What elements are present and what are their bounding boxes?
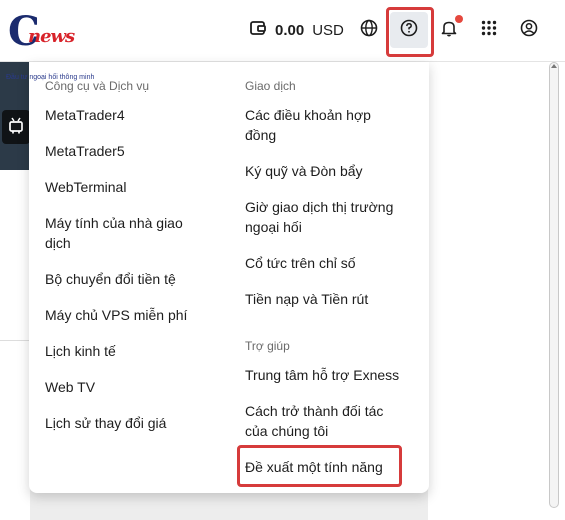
globe-icon [360,19,378,42]
logo-brand: news [28,26,75,47]
account-icon [520,19,538,42]
background-page-right [428,62,565,520]
background-page-left [0,170,30,520]
tools-section-title: Công cụ và Dịch vụ [45,79,150,93]
help-button-highlight [386,7,434,57]
page-scrollbar[interactable] [549,62,559,508]
menu-item-deposits-withdrawals[interactable]: Tiền nạp và Tiền rút [245,289,368,309]
menu-item-trader-calculator[interactable]: Máy tính của nhà giao dịch [45,213,205,253]
balance-widget[interactable]: 0.00 USD [249,18,344,42]
account-button[interactable] [512,14,546,46]
help-dropdown-menu: Công cụ và Dịch vụ MetaTrader4 MetaTrade… [29,62,429,493]
help-section-title: Trợ giúp [245,339,290,353]
menu-item-forex-hours[interactable]: Giờ giao dịch thị trường ngoại hối [245,197,415,237]
apps-grid-icon [480,19,498,42]
scroll-up-arrow-icon[interactable] [551,64,557,68]
menu-item-price-history[interactable]: Lịch sử thay đổi giá [45,413,166,433]
background-divider [0,340,30,341]
menu-item-index-dividends[interactable]: Cổ tức trên chỉ số [245,253,356,273]
menu-item-economic-calendar[interactable]: Lịch kinh tế [45,341,116,361]
android-icon [8,116,24,139]
menu-item-webterminal[interactable]: WebTerminal [45,177,126,197]
menu-item-metatrader5[interactable]: MetaTrader5 [45,141,125,161]
menu-item-web-tv[interactable]: Web TV [45,377,95,397]
logo-tagline: Đầu tư ngoại hối thông minh [6,74,95,81]
site-logo: C news Đầu tư ngoại hối thông minh [6,12,94,82]
apps-button[interactable] [472,14,506,46]
language-button[interactable] [352,14,386,46]
menu-item-metatrader4[interactable]: MetaTrader4 [45,105,125,125]
menu-item-help-center[interactable]: Trung tâm hỗ trợ Exness [245,365,399,385]
balance-amount: 0.00 [275,21,305,39]
menu-item-become-partner[interactable]: Cách trở thành đối tác của chúng tôi [245,401,405,441]
balance-currency: USD [312,21,344,39]
android-app-button[interactable] [2,110,30,144]
notification-dot [455,15,463,23]
top-header: 0.00 USD [0,0,565,62]
menu-item-currency-converter[interactable]: Bộ chuyển đổi tiền tệ [45,269,176,289]
menu-item-free-vps[interactable]: Máy chủ VPS miễn phí [45,305,187,325]
menu-item-margin-leverage[interactable]: Ký quỹ và Đòn bẩy [245,161,363,181]
wallet-icon [249,19,267,42]
menu-item-contract-specs[interactable]: Các điều khoản hợp đồng [245,105,395,145]
suggest-feature-highlight [237,445,402,487]
trading-section-title: Giao dịch [245,79,296,93]
